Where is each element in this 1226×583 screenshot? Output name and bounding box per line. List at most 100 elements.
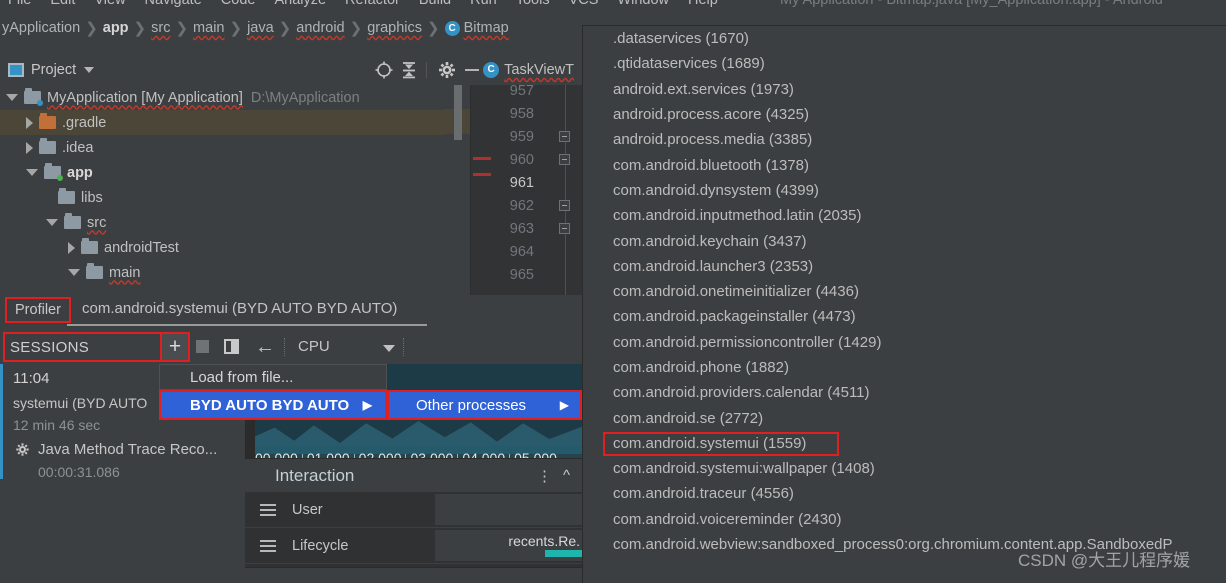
process-label: com.android.inputmethod.latin (2035) bbox=[613, 207, 862, 225]
process-list-item[interactable]: com.android.traceur (4556) bbox=[583, 481, 1226, 506]
line-number: 958 bbox=[509, 106, 534, 122]
process-list-item[interactable]: com.android.webview:sandboxed_process0:o… bbox=[583, 532, 1226, 557]
breadcrumb-item-java[interactable]: java bbox=[247, 20, 274, 36]
breadcrumb-item-src[interactable]: src bbox=[151, 20, 170, 36]
process-label: android.process.acore (4325) bbox=[613, 106, 809, 124]
process-list-item[interactable]: com.android.permissioncontroller (1429) bbox=[583, 330, 1226, 355]
chevron-right-icon[interactable] bbox=[68, 241, 75, 254]
tab-profiler[interactable]: Profiler bbox=[5, 297, 71, 323]
tree-item-label: libs bbox=[81, 189, 103, 206]
process-list-item[interactable]: com.android.keychain (3437) bbox=[583, 228, 1226, 253]
process-list-item[interactable]: com.android.se (2772) bbox=[583, 405, 1226, 430]
trace-recording-label[interactable]: Java Method Trace Reco... bbox=[38, 441, 217, 458]
process-list-item[interactable]: .dataservices (1670) bbox=[583, 26, 1226, 51]
menu-run[interactable]: Run bbox=[470, 0, 497, 8]
breadcrumb-item-main[interactable]: main bbox=[193, 20, 224, 36]
chevron-down-icon[interactable] bbox=[6, 94, 18, 101]
menu-window[interactable]: Window bbox=[617, 0, 669, 8]
process-list-item[interactable]: com.android.dynsystem (4399) bbox=[583, 178, 1226, 203]
process-label: com.android.bluetooth (1378) bbox=[613, 156, 809, 174]
tree-item-label: main bbox=[109, 264, 141, 281]
menu-code[interactable]: Code bbox=[221, 0, 256, 8]
interaction-row-label: User bbox=[292, 501, 323, 518]
process-list-item-systemui[interactable]: com.android.systemui (1559) bbox=[583, 431, 1226, 456]
code-fold-icon[interactable] bbox=[559, 154, 570, 165]
interaction-rows: User Lifecycle recents.Re. bbox=[245, 492, 582, 567]
session-timestamp: 11:04 bbox=[13, 370, 50, 387]
breadcrumb-item-graphics[interactable]: graphics bbox=[367, 20, 422, 36]
module-folder-icon bbox=[24, 88, 43, 106]
editor-tab-class-icon: C bbox=[483, 62, 500, 78]
menu-edit[interactable]: Edit bbox=[50, 0, 75, 8]
menu-build[interactable]: Build bbox=[419, 0, 451, 8]
chevron-down-icon[interactable] bbox=[46, 219, 58, 226]
process-list-item[interactable]: com.android.launcher3 (2353) bbox=[583, 254, 1226, 279]
stop-icon[interactable] bbox=[196, 340, 209, 353]
process-list-item[interactable]: com.android.bluetooth (1378) bbox=[583, 152, 1226, 177]
menu-refactor[interactable]: Refactor bbox=[345, 0, 400, 8]
menu-item-load-from-file[interactable]: Load from file... bbox=[159, 364, 387, 390]
process-list-item[interactable]: com.android.onetimeinitializer (4436) bbox=[583, 279, 1226, 304]
add-session-button[interactable]: + bbox=[160, 332, 190, 362]
process-list-item[interactable]: android.process.media (3385) bbox=[583, 127, 1226, 152]
folder-icon bbox=[81, 238, 98, 254]
chevron-up-icon[interactable]: ^ bbox=[563, 467, 570, 484]
chevron-right-icon[interactable] bbox=[26, 116, 33, 129]
process-list-item[interactable]: android.process.acore (4325) bbox=[583, 102, 1226, 127]
process-list-item[interactable]: com.android.providers.calendar (4511) bbox=[583, 380, 1226, 405]
process-label: android.process.media (3385) bbox=[613, 131, 813, 149]
process-list-item[interactable]: android.ext.services (1973) bbox=[583, 77, 1226, 102]
breadcrumb-item-android[interactable]: android bbox=[296, 20, 344, 36]
menu-vcs[interactable]: VCS bbox=[569, 0, 599, 8]
collapse-all-icon[interactable] bbox=[398, 59, 420, 81]
interaction-row-user[interactable]: User bbox=[245, 492, 582, 528]
interaction-row-lifecycle[interactable]: Lifecycle recents.Re. bbox=[245, 528, 582, 564]
breadcrumb-item-bitmap[interactable]: Bitmap bbox=[464, 20, 509, 36]
code-fold-icon[interactable] bbox=[559, 223, 570, 234]
menu-help[interactable]: Help bbox=[688, 0, 718, 8]
chevron-right-icon[interactable] bbox=[26, 141, 33, 154]
menu-analyze[interactable]: Analyze bbox=[274, 0, 326, 8]
view-selector-label[interactable]: CPU bbox=[298, 338, 330, 355]
selected-session-indicator bbox=[0, 364, 3, 479]
code-fold-icon[interactable] bbox=[559, 200, 570, 211]
editor-tab-label[interactable]: TaskViewT bbox=[504, 62, 574, 78]
split-view-icon[interactable] bbox=[224, 339, 239, 354]
menu-tools[interactable]: Tools bbox=[516, 0, 550, 8]
project-scrollbar[interactable] bbox=[444, 85, 470, 295]
interaction-event-label: recents.Re. bbox=[508, 533, 580, 549]
line-number-current: 961 bbox=[509, 175, 534, 191]
gear-icon[interactable] bbox=[436, 59, 458, 81]
drag-handle-icon[interactable] bbox=[260, 539, 276, 552]
breadcrumb-item-app[interactable]: app bbox=[103, 20, 129, 36]
chevron-down-icon[interactable] bbox=[84, 67, 95, 73]
back-arrow-icon[interactable]: ← bbox=[255, 336, 275, 359]
process-list-item[interactable]: .qtidataservices (1689) bbox=[583, 51, 1226, 76]
locate-icon[interactable] bbox=[373, 59, 395, 81]
process-list-item[interactable]: com.android.phone (1882) bbox=[583, 355, 1226, 380]
menu-view[interactable]: View bbox=[94, 0, 125, 8]
menu-file[interactable]: File bbox=[8, 0, 31, 8]
scrollbar-thumb[interactable] bbox=[454, 85, 462, 140]
chevron-down-icon[interactable] bbox=[68, 269, 80, 276]
code-fold-icon[interactable] bbox=[559, 131, 570, 142]
process-list-item[interactable]: com.android.packageinstaller (4473) bbox=[583, 304, 1226, 329]
trace-recording-duration: 00:00:31.086 bbox=[38, 464, 120, 480]
chevron-down-icon[interactable] bbox=[383, 345, 395, 352]
menu-item-other-processes[interactable]: Other processes ▶ bbox=[387, 390, 582, 420]
folder-orange-icon bbox=[39, 113, 56, 129]
process-list-item[interactable]: com.android.voicereminder (2430) bbox=[583, 507, 1226, 532]
drag-handle-icon[interactable] bbox=[260, 503, 276, 516]
tree-item-label: androidTest bbox=[104, 239, 179, 256]
line-number: 962 bbox=[509, 198, 534, 214]
minimize-icon[interactable] bbox=[461, 59, 483, 81]
menu-navigate[interactable]: Navigate bbox=[145, 0, 202, 8]
chevron-down-icon[interactable] bbox=[26, 169, 38, 176]
breadcrumb-item-project[interactable]: yApplication bbox=[2, 20, 80, 36]
session-name[interactable]: systemui (BYD AUTO bbox=[13, 395, 147, 411]
process-list-item[interactable]: com.android.systemui:wallpaper (1408) bbox=[583, 456, 1226, 481]
more-options-icon[interactable]: ⋮ bbox=[537, 467, 553, 485]
line-number: 959 bbox=[509, 129, 534, 145]
menu-item-byd-auto[interactable]: BYD AUTO BYD AUTO ▶ bbox=[159, 390, 387, 420]
process-list-item[interactable]: com.android.inputmethod.latin (2035) bbox=[583, 203, 1226, 228]
